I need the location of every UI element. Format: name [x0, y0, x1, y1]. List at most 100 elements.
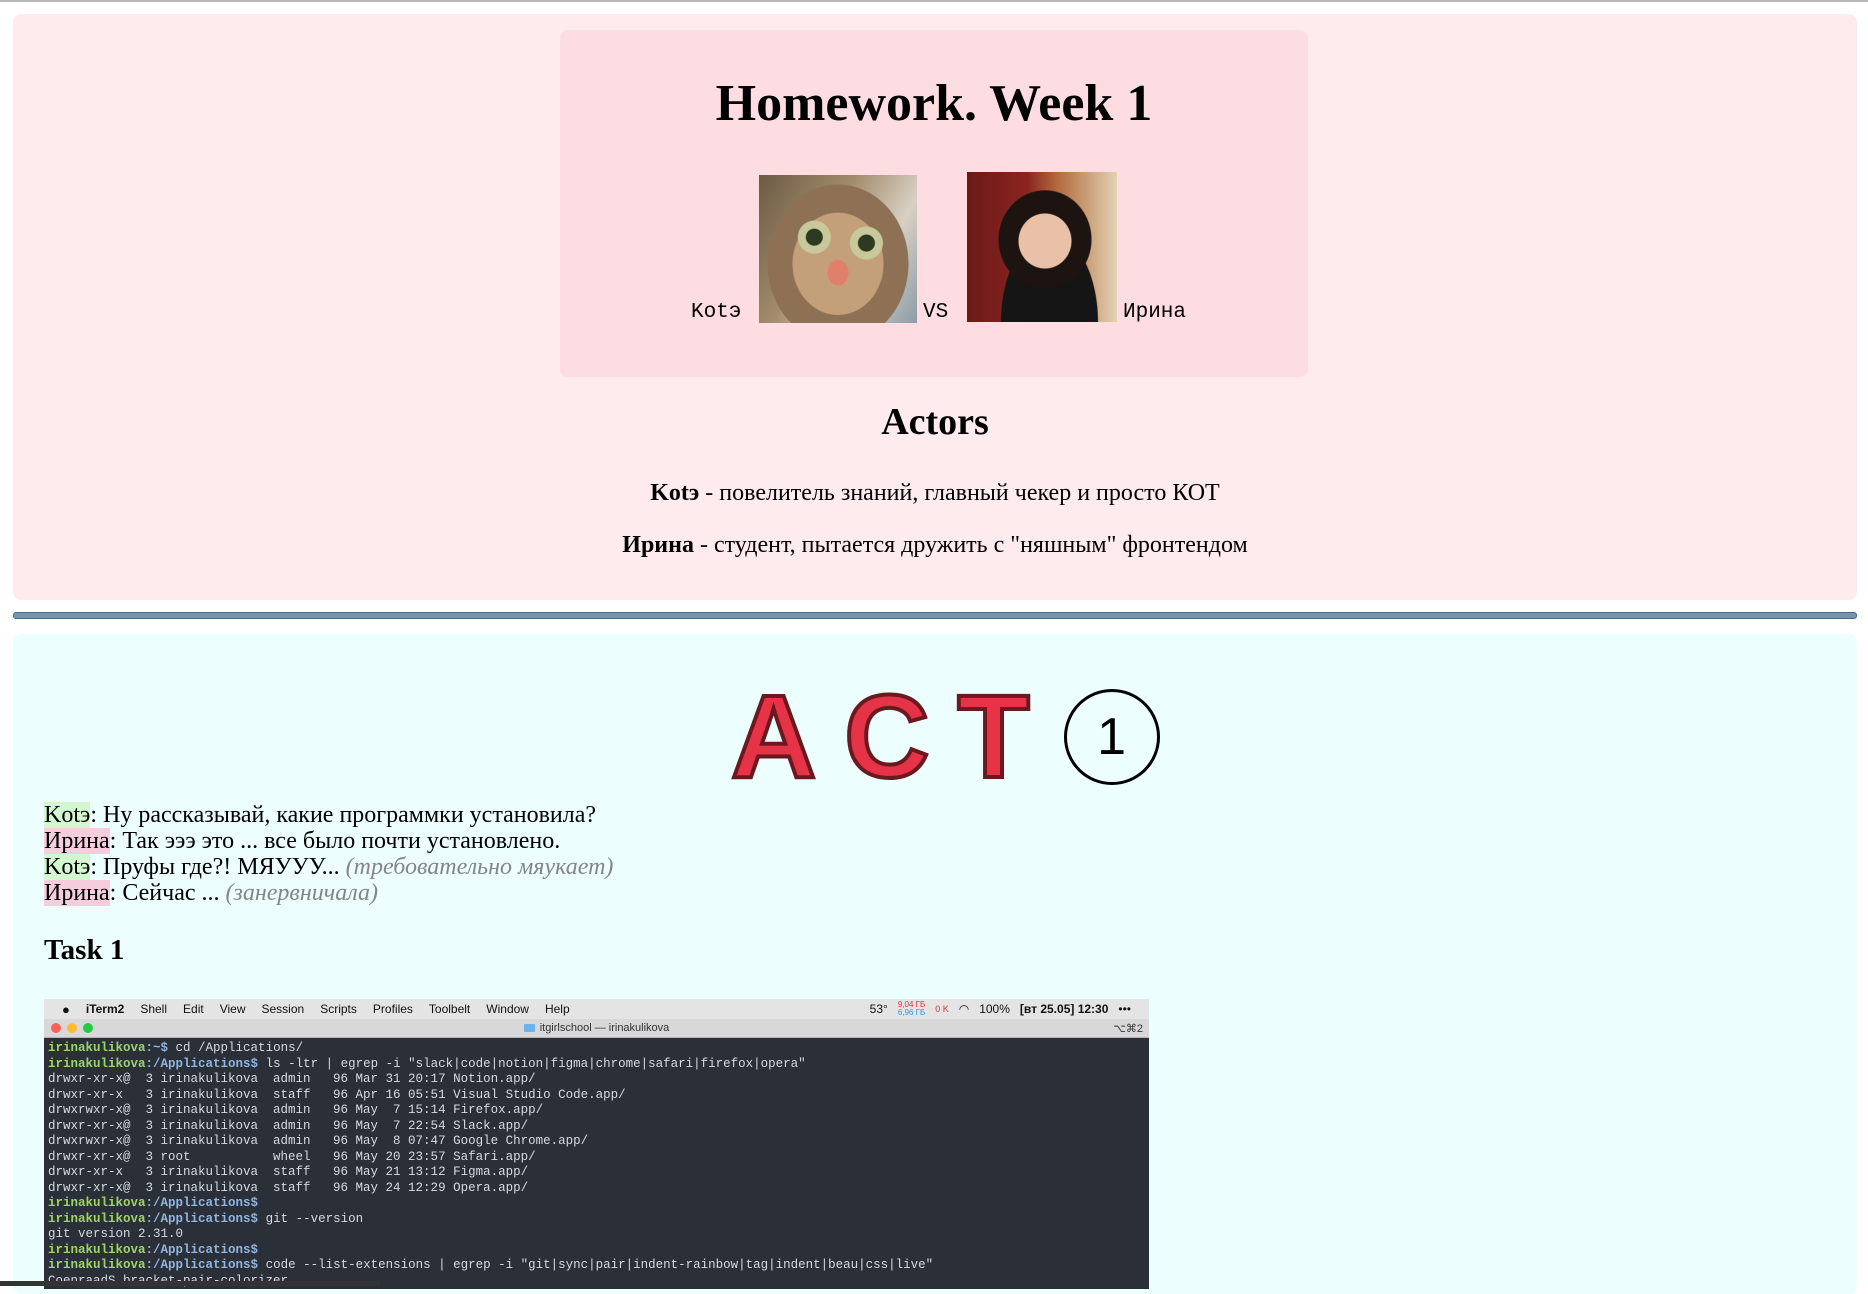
intro-section: Homework. Week 1 Kotэ VS Ирина Actors Ko…	[13, 14, 1857, 600]
line-text: : Так эээ это ... все было почти установ…	[109, 828, 561, 854]
line-text: code --list-extensions | egrep -i "git|s…	[258, 1258, 934, 1272]
line-text: git version 2.31.0	[48, 1227, 184, 1241]
line-text: drwxrwxr-x@ 3 irinakulikova admin 96 May…	[48, 1103, 544, 1117]
caption-kote: Kotэ	[691, 301, 742, 324]
line-text: drwxr-xr-x@ 3 irinakulikova admin 96 May…	[48, 1118, 529, 1133]
line-text: drwxrwxr-x@ 3 irinakulikova admin 96 May…	[48, 1134, 589, 1148]
act-letter: C	[842, 671, 931, 803]
terminal-line: irinakulikova:/Applications$	[48, 1196, 1145, 1212]
minimize-icon	[67, 1023, 77, 1033]
actor-kote: Kotэ - повелитель знаний, главный чекер …	[13, 480, 1857, 507]
tab-shortcut: ⌥⌘2	[1113, 1023, 1143, 1035]
line-text: drwxr-xr-x 3 irinakulikova staff 96 May …	[48, 1165, 529, 1179]
window-controls	[51, 1023, 93, 1033]
menu-item: Help	[544, 1002, 570, 1016]
line-text: : Пруфы где?! МЯУУУ...	[90, 854, 346, 880]
terminal-line: drwxr-xr-x@ 3 irinakulikova admin 96 Mar…	[48, 1072, 1145, 1088]
speaker-irina: Ирина	[44, 828, 110, 854]
prompt-user: irinakulikova	[48, 1196, 146, 1210]
prompt-path: :/Applications$	[145, 1196, 259, 1210]
act-letter: T	[955, 671, 1031, 803]
clock: [вт 25.05] 12:30	[1019, 1002, 1109, 1016]
act-letter: A	[729, 671, 818, 803]
top-rule	[0, 0, 1868, 2]
disk-free: 6,96 ГБ	[897, 1008, 926, 1017]
terminal-titlebar: itgirlschool — irinakulikova ⌥⌘2	[44, 1019, 1149, 1038]
page-title: Homework. Week 1	[715, 75, 1153, 132]
actor-name: Ирина	[622, 532, 694, 558]
network-speed: 0 K	[935, 1004, 949, 1014]
act-number-circle: 1	[1063, 689, 1160, 785]
folder-icon	[523, 1024, 535, 1032]
disk-usage: 9,04 ГБ 6,96 ГБ	[898, 1001, 925, 1017]
prompt-path: :/Applications$	[145, 1242, 259, 1257]
dialogue-line: Ирина: Так эээ это ... все было почти ус…	[44, 828, 613, 854]
dialogue: Kotэ: Ну рассказывай, какие программки у…	[44, 802, 613, 906]
irina-photo	[967, 172, 1117, 322]
actor-name: Kotэ	[650, 480, 700, 506]
prompt-path: :/Applications$	[145, 1056, 259, 1071]
menu-app-name: iTerm2	[85, 1002, 125, 1016]
terminal-line: drwxrwxr-x@ 3 irinakulikova admin 96 May…	[48, 1134, 1145, 1150]
dialogue-line: Kotэ: Пруфы где?! МЯУУУ... (требовательн…	[44, 854, 613, 880]
mac-menu-bar: ● iTerm2 Shell Edit View Session Scripts…	[44, 999, 1149, 1019]
terminal-line: drwxr-xr-x 3 irinakulikova staff 96 Apr …	[48, 1088, 1145, 1104]
line-text: cd /Applications/	[168, 1041, 304, 1055]
close-icon	[51, 1023, 61, 1033]
cat-photo	[759, 175, 917, 323]
prompt-user: irinakulikova	[48, 1211, 146, 1226]
terminal-line: irinakulikova:/Applications$ code --list…	[48, 1258, 1145, 1274]
vs-label: VS	[923, 301, 949, 324]
menu-item: Window	[486, 1002, 529, 1016]
terminal-line: drwxrwxr-x@ 3 irinakulikova admin 96 May…	[48, 1103, 1145, 1119]
speaker-irina: Ирина	[44, 880, 110, 906]
terminal-line: drwxr-xr-x@ 3 irinakulikova staff 96 May…	[48, 1181, 1145, 1197]
actor-description: - повелитель знаний, главный чекер и про…	[699, 480, 1220, 506]
act-section: A C T 1 Kotэ: Ну рассказывай, какие прог…	[13, 634, 1857, 1294]
caption-irina: Ирина	[1123, 301, 1187, 324]
stage-direction: (требовательно мяукает)	[345, 854, 614, 880]
prompt-path: :~$	[145, 1041, 169, 1055]
line-text: drwxr-xr-x@ 3 root wheel 96 May 20 23:57…	[48, 1149, 536, 1164]
actor-description: - студент, пытается дружить с "няшным" ф…	[693, 532, 1248, 558]
terminal-output: irinakulikova:~$ cd /Applications/irinak…	[44, 1038, 1149, 1289]
dialogue-line: Ирина: Сейчас ... (занервничала)	[44, 880, 613, 906]
prompt-user: irinakulikova	[48, 1056, 146, 1071]
dialogue-line: Kotэ: Ну рассказывай, какие программки у…	[44, 802, 613, 828]
speaker-kote: Kotэ	[44, 802, 91, 828]
menu-item: View	[219, 1002, 246, 1016]
bottom-edge-bar	[0, 1281, 380, 1286]
stage-direction: (занервничала)	[225, 880, 378, 906]
actor-irina: Ирина - студент, пытается дружить с "няш…	[13, 532, 1857, 559]
menu-status-area: 53° 9,04 ГБ 6,96 ГБ 0 K ◠ 100% [вт 25.05]…	[870, 1001, 1149, 1017]
actors-heading: Actors	[881, 401, 989, 443]
speaker-kote: Kotэ	[44, 854, 91, 880]
temperature: 53°	[869, 1002, 888, 1016]
menu-item: Profiles	[372, 1002, 413, 1016]
prompt-user: irinakulikova	[48, 1242, 146, 1257]
line-text: : Ну рассказывай, какие программки устан…	[90, 802, 597, 828]
act-heading: A C T 1	[729, 676, 1160, 798]
terminal-line: irinakulikova:/Applications$ git --versi…	[48, 1212, 1145, 1228]
menu-item: Scripts	[320, 1002, 357, 1016]
line-text: drwxr-xr-x@ 3 irinakulikova staff 96 May…	[48, 1180, 529, 1195]
prompt-path: :/Applications$	[145, 1211, 259, 1226]
wifi-icon: ◠	[958, 1002, 970, 1016]
terminal-line: drwxr-xr-x 3 irinakulikova staff 96 May …	[48, 1165, 1145, 1181]
terminal-line: drwxr-xr-x@ 3 root wheel 96 May 20 23:57…	[48, 1150, 1145, 1166]
menu-item: Edit	[183, 1002, 204, 1016]
terminal-line: drwxr-xr-x@ 3 irinakulikova admin 96 May…	[48, 1119, 1145, 1135]
window-title: itgirlschool — irinakulikova	[539, 1022, 670, 1034]
prompt-user: irinakulikova	[48, 1258, 146, 1272]
prompt-path: :/Applications$	[145, 1258, 259, 1272]
more-icon: •••	[1118, 1002, 1131, 1016]
terminal-line: irinakulikova:/Applications$ ls -ltr | e…	[48, 1057, 1145, 1073]
apple-icon: ●	[62, 1001, 70, 1017]
maximize-icon	[83, 1023, 93, 1033]
menu-item: Toolbelt	[428, 1002, 471, 1016]
line-text: ls -ltr | egrep -i "slack|code|notion|fi…	[258, 1056, 806, 1071]
task-title: Task 1	[44, 934, 125, 966]
menu-item: Shell	[140, 1002, 168, 1016]
terminal-screenshot: ● iTerm2 Shell Edit View Session Scripts…	[44, 999, 1149, 1289]
line-text: drwxr-xr-x@ 3 irinakulikova admin 96 Mar…	[48, 1072, 536, 1086]
